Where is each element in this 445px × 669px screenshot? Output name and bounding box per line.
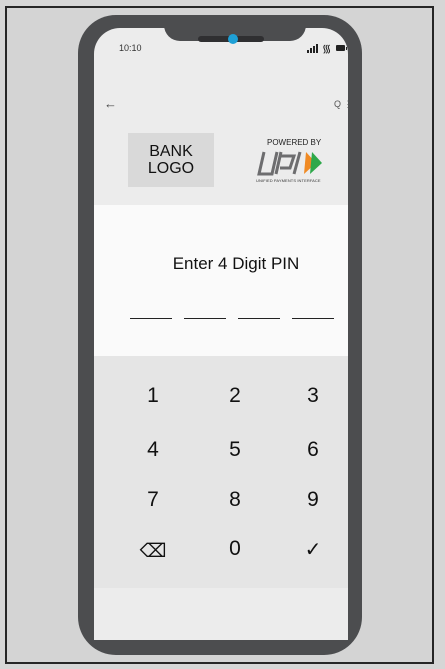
wifi-icon: ᯾ (322, 43, 332, 55)
key-6[interactable]: 6 (293, 438, 333, 462)
bank-logo-line2: LOGO (147, 160, 195, 177)
key-0[interactable]: 0 (215, 537, 255, 561)
key-9[interactable]: 9 (293, 488, 333, 512)
backspace-icon[interactable]: ⌫ (133, 540, 173, 563)
key-2[interactable]: 2 (215, 384, 255, 408)
pin-section (94, 211, 348, 356)
upi-subtitle: UNIFIED PAYMENTS INTERFACE (256, 178, 321, 183)
pin-digit-1[interactable] (130, 318, 172, 319)
key-5[interactable]: 5 (215, 438, 255, 462)
key-7[interactable]: 7 (133, 488, 173, 512)
key-3[interactable]: 3 (293, 384, 333, 408)
bank-logo-line1: BANK (149, 143, 193, 160)
battery-icon (336, 45, 347, 51)
bottom-area (94, 588, 348, 640)
pin-digit-2[interactable] (184, 318, 226, 319)
checkmark-submit-icon[interactable]: ✓ (293, 537, 333, 562)
key-1[interactable]: 1 (133, 384, 173, 408)
upi-logo-mark (257, 151, 322, 176)
status-icons: ᯾ (307, 42, 347, 56)
pin-digit-4[interactable] (292, 318, 334, 319)
pin-digit-3[interactable] (238, 318, 280, 319)
upi-logo: POWERED BY UNIFIED PAYMENTS INTERFACE (256, 136, 342, 186)
bank-logo: BANK LOGO (128, 133, 214, 187)
signal-icon (307, 44, 318, 53)
key-8[interactable]: 8 (215, 488, 255, 512)
status-time: 10:10 (119, 43, 142, 53)
camera-dot (228, 34, 238, 44)
search-and-menu-icons[interactable]: Q ⋮ (334, 99, 353, 110)
back-arrow-icon[interactable]: ← (104, 96, 117, 111)
pin-title: Enter 4 Digit PIN (172, 254, 300, 273)
key-4[interactable]: 4 (133, 438, 173, 462)
